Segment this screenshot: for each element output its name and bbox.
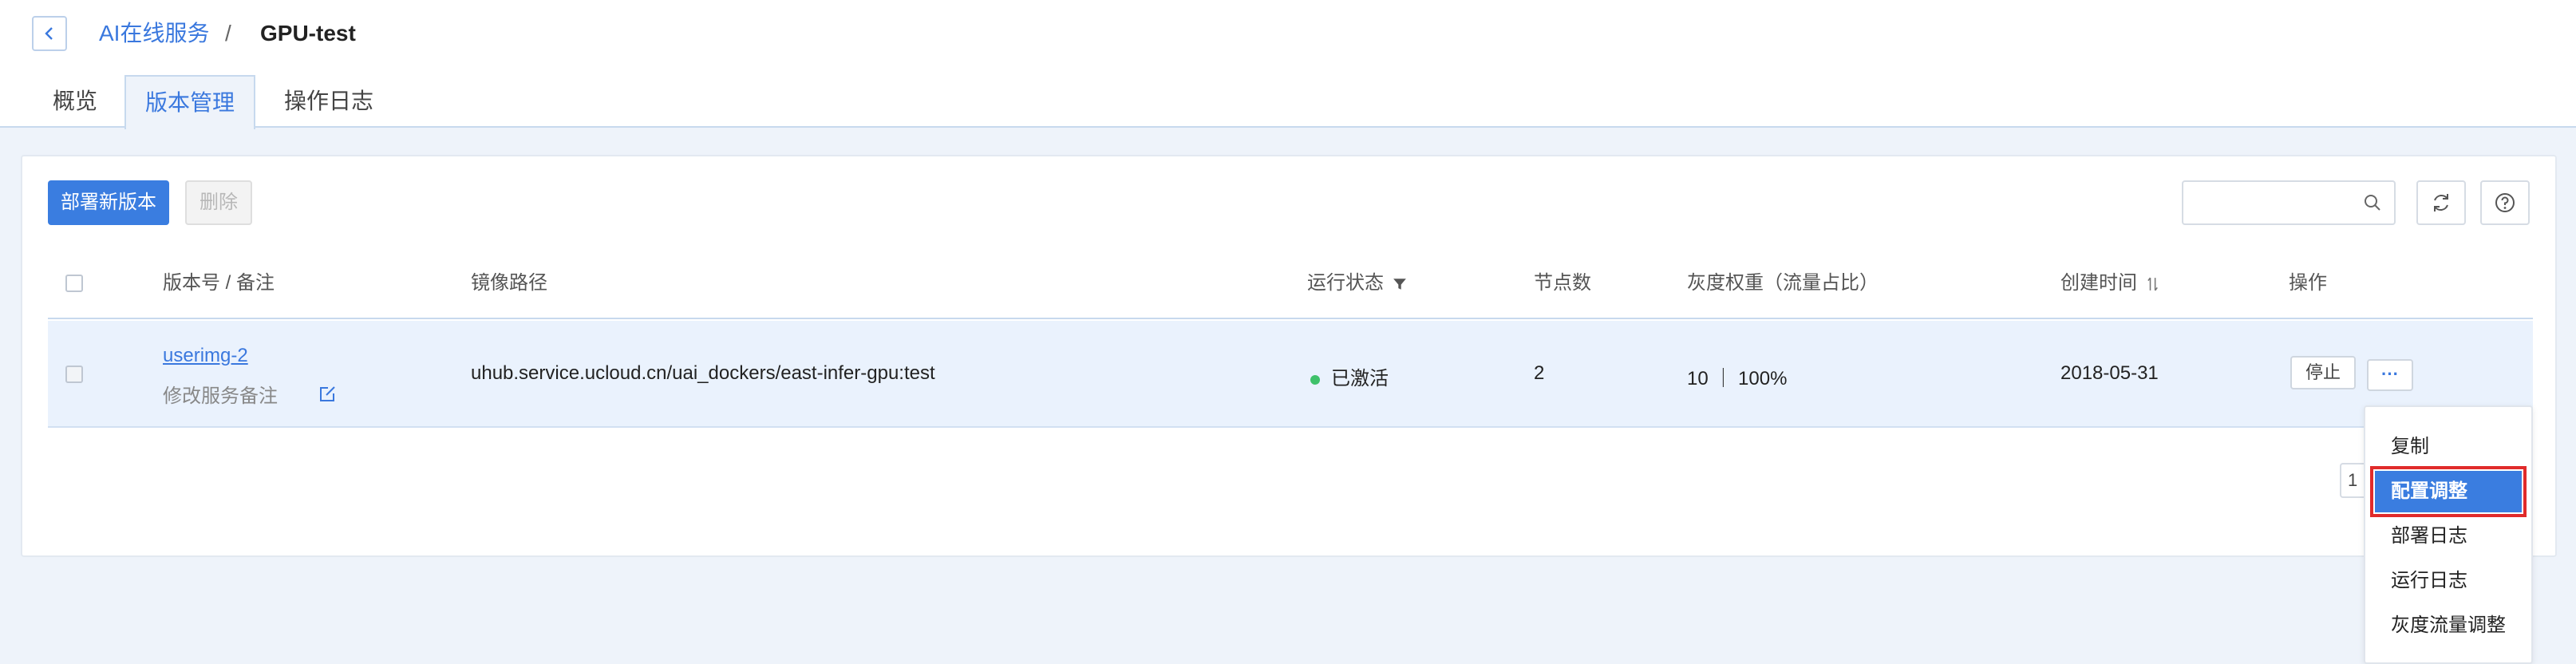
chevron-left-icon — [45, 27, 53, 40]
column-status[interactable]: 运行状态 — [1307, 247, 1407, 319]
select-all-checkbox[interactable] — [65, 275, 83, 292]
more-actions-menu: 复制 配置调整 部署日志 运行日志 灰度流量调整 — [2364, 405, 2533, 664]
search-icon[interactable] — [2362, 192, 2383, 213]
menu-item-deploy-log[interactable]: 部署日志 — [2365, 514, 2531, 559]
search-input[interactable] — [2193, 182, 2361, 222]
column-image-path: 镜像路径 — [471, 272, 547, 294]
menu-item-gray-traffic-adjust[interactable]: 灰度流量调整 — [2365, 603, 2531, 648]
filter-icon[interactable] — [1393, 277, 1407, 291]
stop-button[interactable]: 停止 — [2290, 356, 2356, 389]
column-actions: 操作 — [2289, 272, 2327, 294]
tab-overview[interactable]: 概览 — [49, 75, 101, 128]
column-gray-weight: 灰度权重（流量占比） — [1687, 272, 1879, 294]
sort-icon[interactable] — [2147, 275, 2159, 293]
refresh-button[interactable] — [2416, 180, 2466, 225]
status-text: 已激活 — [1331, 368, 1389, 389]
back-button[interactable] — [32, 16, 67, 51]
row-checkbox[interactable] — [65, 366, 83, 383]
more-actions-button[interactable]: ··· — [2367, 359, 2413, 391]
created-time: 2018-05-31 — [2060, 362, 2159, 384]
menu-item-config-adjust[interactable]: 配置调整 — [2370, 466, 2527, 517]
breadcrumb-separator: / — [225, 21, 231, 45]
menu-item-run-log[interactable]: 运行日志 — [2365, 559, 2531, 603]
tab-operation-logs[interactable]: 操作日志 — [279, 75, 378, 128]
menu-item-copy[interactable]: 复制 — [2365, 425, 2531, 469]
column-node-count: 节点数 — [1534, 272, 1591, 294]
column-status-label: 运行状态 — [1307, 272, 1384, 294]
table-row: userimg-2 修改服务备注 uhub.service.ucloud.cn/… — [48, 321, 2533, 428]
column-created-time[interactable]: 创建时间 — [2060, 247, 2159, 319]
help-icon — [2495, 193, 2515, 212]
breadcrumb-parent-link[interactable]: AI在线服务 — [99, 18, 209, 49]
deploy-new-version-button[interactable]: 部署新版本 — [48, 180, 169, 225]
table-header: 版本号 / 备注 镜像路径 运行状态 节点数 灰度权重（流量占比） 创建时间 操… — [48, 247, 2533, 319]
status-cell: 已激活 — [1310, 362, 1389, 390]
version-panel: 部署新版本 删除 版本号 / 备注 镜像路径 运行状态 节点数 灰度权重（流量占… — [21, 155, 2557, 557]
breadcrumb-current: GPU-test — [260, 21, 356, 45]
node-count: 2 — [1534, 362, 1545, 384]
top-header: AI在线服务 / GPU-test 概览 版本管理 操作日志 — [0, 0, 2576, 129]
help-button[interactable] — [2480, 180, 2530, 225]
edit-icon[interactable] — [318, 383, 338, 404]
image-path: uhub.service.ucloud.cn/uai_dockers/east-… — [471, 362, 935, 384]
service-note: 修改服务备注 — [163, 385, 278, 407]
column-version: 版本号 / 备注 — [163, 272, 275, 294]
pagination-page[interactable]: 1 — [2340, 463, 2364, 498]
tab-version-management[interactable]: 版本管理 — [124, 75, 255, 129]
column-created-time-label: 创建时间 — [2060, 272, 2137, 294]
refresh-icon — [2434, 194, 2448, 211]
gray-weight: 10 ｜ 100% — [1687, 368, 1788, 389]
search-box — [2182, 180, 2396, 225]
status-dot-icon — [1310, 374, 1320, 385]
version-link[interactable]: userimg-2 — [163, 345, 248, 367]
delete-button: 删除 — [185, 180, 252, 225]
